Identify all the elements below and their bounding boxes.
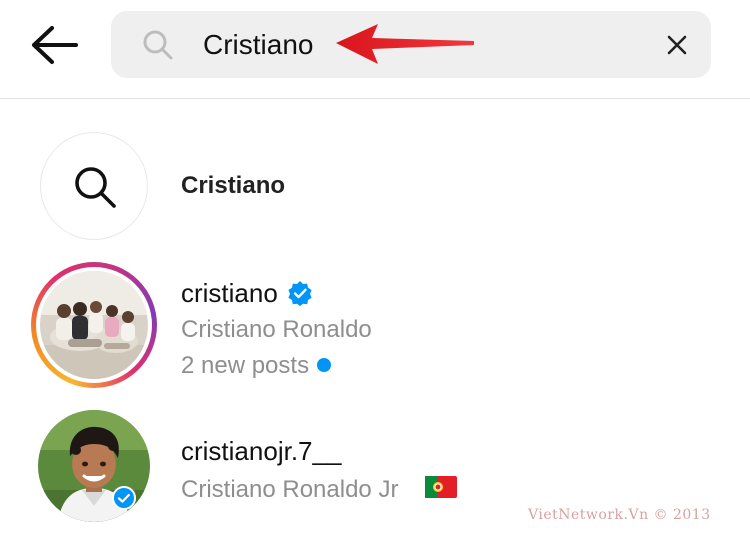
search-icon bbox=[75, 167, 116, 208]
verified-badge-icon bbox=[112, 486, 136, 510]
account-username: cristianojr.7__ bbox=[181, 436, 342, 466]
blue-dot-icon bbox=[317, 357, 332, 372]
result-row-account[interactable]: cristiano Cristiano Ronaldo 2 new posts bbox=[0, 256, 750, 396]
search-icon bbox=[143, 30, 173, 60]
verified-badge-icon bbox=[288, 281, 312, 306]
arrow-left-icon bbox=[32, 26, 78, 64]
header-divider bbox=[0, 98, 750, 99]
search-header bbox=[0, 0, 750, 98]
portugal-flag-icon bbox=[425, 476, 457, 498]
result-row-keyword[interactable]: Cristiano bbox=[0, 122, 750, 246]
watermark: VietNetwork.Vn © 2013 bbox=[528, 507, 711, 523]
red-arrow-annotation bbox=[336, 24, 474, 64]
story-ring[interactable] bbox=[31, 262, 157, 388]
new-posts-text: 2 new posts bbox=[181, 352, 310, 379]
account-full-name: Cristiano Ronaldo Jr bbox=[181, 476, 399, 503]
close-icon bbox=[667, 35, 687, 55]
account-full-name: Cristiano Ronaldo bbox=[181, 316, 372, 343]
back-button[interactable] bbox=[26, 22, 86, 68]
keyword-search-avatar bbox=[40, 132, 148, 240]
clear-search-button[interactable] bbox=[661, 29, 693, 61]
account-username: cristiano bbox=[181, 278, 278, 308]
keyword-label: Cristiano bbox=[181, 172, 286, 199]
new-posts-indicator: 2 new posts bbox=[181, 352, 332, 380]
avatar bbox=[40, 271, 148, 379]
